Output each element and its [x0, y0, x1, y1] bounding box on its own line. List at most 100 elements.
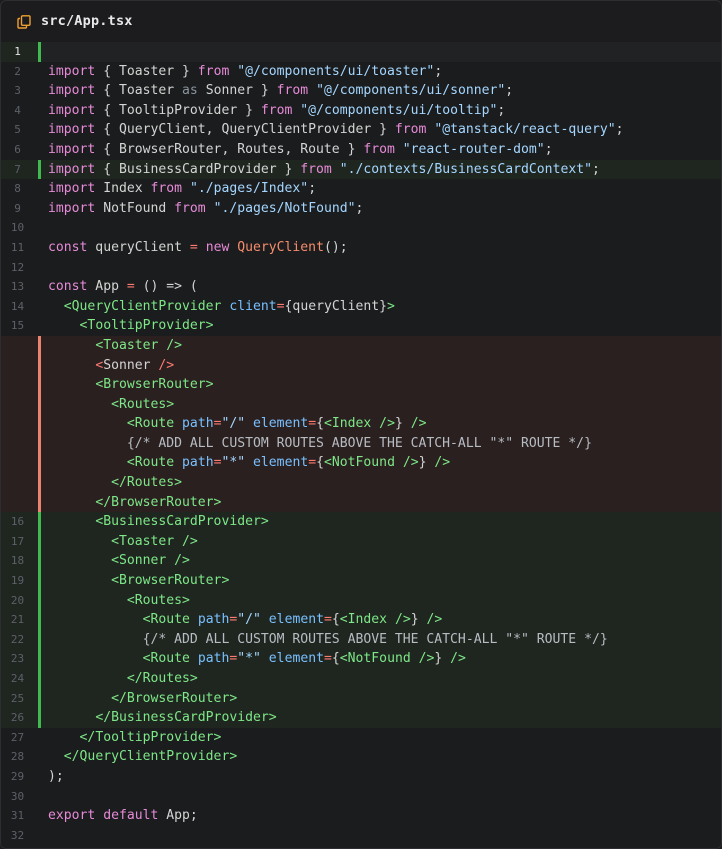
line-number: 6: [14, 142, 21, 156]
code-line[interactable]: 7 import { BusinessCardProvider } from ".…: [1, 159, 721, 180]
code-token: { QueryClient, QueryClientProvider }: [95, 122, 395, 138]
code-line[interactable]: 10: [1, 218, 721, 238]
gutter: [38, 277, 41, 297]
code-line[interactable]: 14 <QueryClientProvider client={queryCli…: [1, 297, 721, 317]
removed-marker: [38, 355, 41, 376]
code-line[interactable]: 13 const App = () => (: [1, 277, 721, 297]
code-line[interactable]: 6 import { BrowserRouter, Routes, Route }…: [1, 140, 721, 160]
code-line[interactable]: 22 {/* ADD ALL CUSTOM ROUTES ABOVE THE C…: [1, 629, 721, 650]
code-line[interactable]: 28 </QueryClientProvider>: [1, 747, 721, 767]
code-token: "@tanstack/react-query": [434, 122, 616, 138]
code-line[interactable]: 24 </Routes>: [1, 669, 721, 689]
code-token: <Route: [142, 612, 190, 628]
added-marker: [38, 159, 41, 180]
code-token: import: [48, 181, 96, 197]
code-token: />: [450, 651, 466, 667]
code-token: client: [229, 298, 277, 314]
code-token: ;: [544, 141, 553, 157]
file-path[interactable]: src/App.tsx: [41, 13, 133, 29]
code-token: import: [48, 200, 96, 216]
code-line[interactable]: 17 <Toaster />: [1, 531, 721, 552]
code-token: =: [308, 416, 317, 432]
gutter: [38, 62, 41, 82]
code-token: ;: [355, 200, 364, 216]
code-token: "./pages/Index": [189, 181, 309, 197]
gutter: [38, 728, 41, 748]
code-line[interactable]: 5 import { QueryClient, QueryClientProvid…: [1, 120, 721, 140]
line-number: 16: [1, 512, 38, 532]
code-text: <Sonner />: [48, 551, 190, 571]
code-line[interactable]: <Route path="*" element={<NotFound />} /…: [1, 453, 721, 474]
line-number: 27: [10, 730, 25, 744]
code-token: import: [48, 161, 96, 177]
code-token: { BrowserRouter, Routes, Route }: [95, 141, 364, 157]
code-line[interactable]: 12: [1, 258, 721, 278]
code-line[interactable]: 18 <Sonner />: [1, 551, 721, 572]
line-number: 17: [1, 531, 38, 552]
code-token: "*": [237, 651, 261, 667]
code-token: <BrowserRouter>: [111, 573, 230, 589]
code-line[interactable]: 11 const queryClient = new QueryClient();: [1, 238, 721, 258]
code-line[interactable]: 2 import { Toaster } from "@/components/u…: [1, 62, 721, 82]
code-token: element: [253, 455, 309, 471]
added-marker: [38, 610, 41, 630]
gutter: [38, 826, 41, 846]
code-token: Sonner: [103, 357, 159, 373]
code-token: <Index />: [324, 416, 395, 432]
code-line[interactable]: 31 export default App;: [1, 806, 721, 826]
code-token: { TooltipProvider }: [95, 102, 261, 118]
code-line[interactable]: 3 import { Toaster as Sonner } from "@/co…: [1, 81, 721, 101]
code-text: <Routes>: [48, 395, 174, 415]
code-view[interactable]: 1 2 import { Toaster } from "@/components/…: [1, 42, 721, 848]
line-number: 4: [14, 103, 21, 117]
code-token: path: [182, 416, 214, 432]
code-line[interactable]: 19 <BrowserRouter>: [1, 571, 721, 591]
code-line[interactable]: 27 </TooltipProvider>: [1, 728, 721, 748]
code-line[interactable]: {/* ADD ALL CUSTOM ROUTES ABOVE THE CATC…: [1, 433, 721, 454]
code-line[interactable]: 4 import { TooltipProvider } from "@/comp…: [1, 101, 721, 121]
code-token: from: [150, 181, 183, 197]
code-line[interactable]: <BrowserRouter>: [1, 375, 721, 395]
code-line[interactable]: 23 <Route path="*" element={<NotFound />…: [1, 649, 721, 669]
code-line[interactable]: 29);: [1, 767, 721, 787]
code-line[interactable]: 30: [1, 787, 721, 807]
line-number: 2: [14, 64, 21, 78]
code-line[interactable]: 21 <Route path="/" element={<Index />} /…: [1, 610, 721, 630]
code-line[interactable]: 8 import Index from "./pages/Index";: [1, 179, 721, 199]
code-token: "*": [221, 455, 246, 471]
code-line[interactable]: <Routes>: [1, 394, 721, 415]
code-token: import: [48, 63, 96, 79]
code-line[interactable]: <Toaster />: [1, 335, 721, 356]
code-line[interactable]: </BrowserRouter>: [1, 492, 721, 513]
code-line[interactable]: 1: [1, 42, 721, 62]
code-line[interactable]: <Sonner />: [1, 355, 721, 376]
code-text: );: [48, 767, 64, 787]
code-token: ();: [323, 239, 348, 255]
code-line[interactable]: 16 <BusinessCardProvider>: [1, 512, 721, 532]
code-line[interactable]: 32: [1, 826, 721, 846]
code-token: "@/components/ui/toaster": [237, 63, 435, 79]
code-text: <QueryClientProvider client={queryClient…: [48, 297, 395, 317]
copy-file-icon[interactable]: [17, 14, 31, 29]
code-token: ;: [434, 63, 443, 79]
line-number: 29: [10, 769, 25, 783]
gutter: [38, 316, 41, 336]
code-token: "./contexts/BusinessCardContext": [339, 161, 592, 177]
gutter: [38, 238, 41, 258]
line-number: 20: [1, 590, 38, 611]
code-line[interactable]: 20 <Routes>: [1, 590, 721, 611]
code-line[interactable]: </Routes>: [1, 473, 721, 493]
code-line[interactable]: 15 <TooltipProvider>: [1, 316, 721, 336]
code-line[interactable]: 26 </BusinessCardProvider>: [1, 708, 721, 728]
code-line[interactable]: 25 </BrowserRouter>: [1, 688, 721, 709]
code-line[interactable]: 9 import NotFound from "./pages/NotFound"…: [1, 199, 721, 219]
code-line[interactable]: <Route path="/" element={<Index />} />: [1, 414, 721, 434]
